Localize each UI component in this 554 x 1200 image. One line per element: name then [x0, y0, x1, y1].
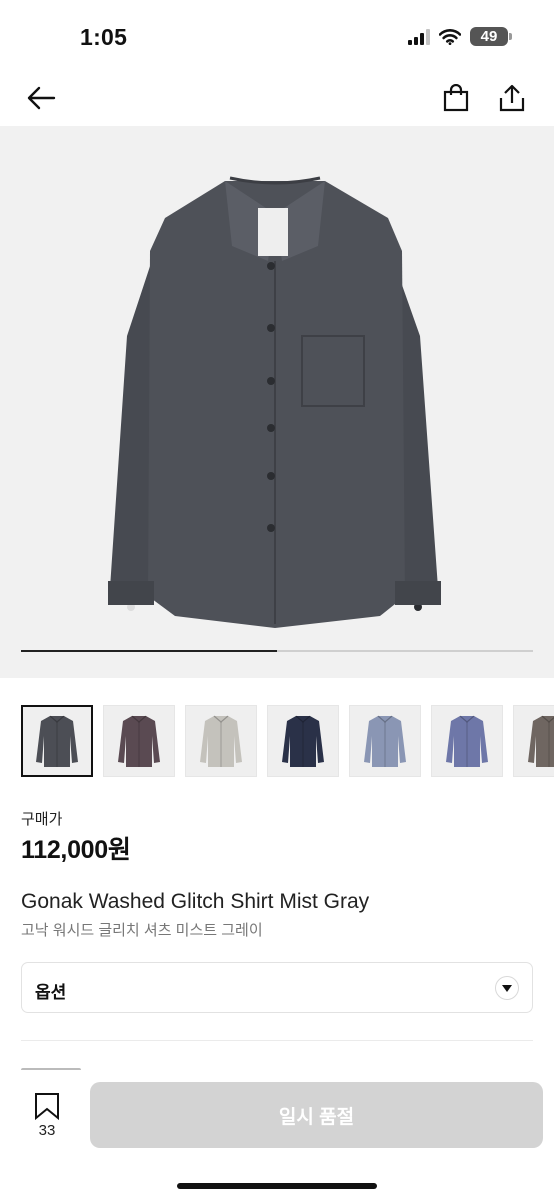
color-thumbnail[interactable]	[513, 705, 554, 777]
share-button[interactable]	[494, 80, 530, 116]
product-image-carousel[interactable]	[0, 126, 554, 678]
status-icons: 49	[408, 27, 512, 46]
share-icon	[499, 84, 525, 112]
color-thumbnail[interactable]	[185, 705, 257, 777]
thumbnail-shirt-image	[364, 715, 406, 767]
nav-bar	[0, 70, 554, 126]
wishlist-button[interactable]: 33	[30, 1092, 64, 1152]
color-thumbnail-list	[21, 705, 554, 777]
status-time: 1:05	[80, 24, 128, 50]
chevron-down-icon	[495, 976, 519, 1000]
product-name-korean: 고낙 워시드 글리치 셔츠 미스트 그레이	[21, 922, 263, 939]
wishlist-count: 33	[38, 1122, 56, 1139]
thumbnail-shirt-image	[118, 715, 160, 767]
product-image-shirt	[108, 176, 441, 628]
thumbnail-shirt-image	[528, 715, 554, 767]
color-thumbnail[interactable]	[431, 705, 503, 777]
arrow-left-icon	[27, 86, 56, 110]
cellular-signal-icon	[408, 28, 430, 45]
battery-indicator: 49	[470, 27, 512, 46]
option-label: 옵션	[35, 983, 67, 1002]
cart-button[interactable]	[438, 80, 474, 116]
status-bar: 1:05 49	[0, 0, 554, 70]
thumbnail-shirt-image	[446, 715, 488, 767]
option-select[interactable]: 옵션	[21, 962, 533, 1013]
wifi-icon	[439, 28, 461, 45]
color-thumbnail[interactable]	[103, 705, 175, 777]
color-thumbnail[interactable]	[21, 705, 93, 777]
thumbnail-shirt-image	[200, 715, 242, 767]
shopping-bag-icon	[443, 84, 469, 112]
sold-out-button[interactable]: 일시 품절	[90, 1082, 543, 1148]
carousel-progress-fill	[21, 650, 277, 652]
back-button[interactable]	[23, 80, 59, 116]
home-indicator	[177, 1183, 377, 1189]
section-divider	[21, 1040, 533, 1041]
price-label: 구매가	[21, 811, 63, 828]
price-value: 112,000원	[21, 836, 131, 864]
color-thumbnail[interactable]	[267, 705, 339, 777]
thumbnail-shirt-image	[282, 715, 324, 767]
color-thumbnail[interactable]	[349, 705, 421, 777]
bottom-action-bar: 33 일시 품절	[0, 1070, 554, 1200]
carousel-progress-track	[21, 650, 533, 652]
thumbnail-shirt-image	[36, 715, 78, 767]
bookmark-icon	[35, 1093, 59, 1120]
product-name-english: Gonak Washed Glitch Shirt Mist Gray	[21, 890, 370, 913]
